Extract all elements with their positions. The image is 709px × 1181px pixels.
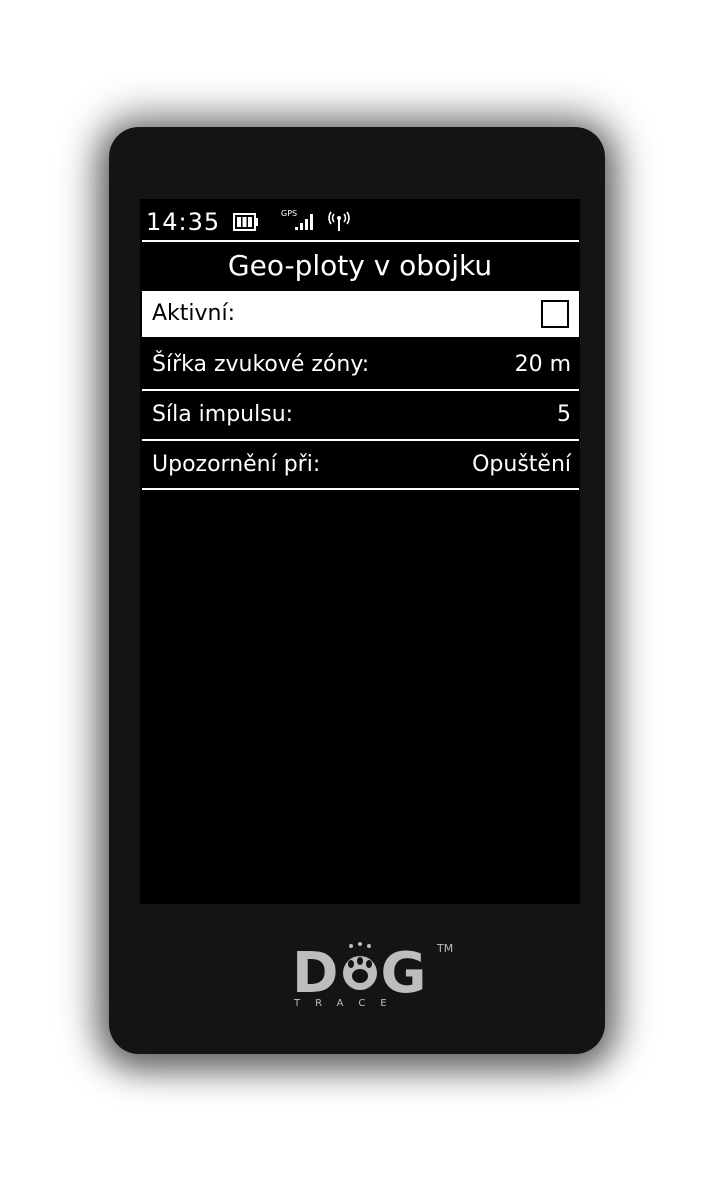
setting-label: Síla impulsu:: [152, 402, 294, 427]
status-time: 14:35: [146, 208, 221, 236]
gps-signal-icon: GPS: [281, 209, 313, 230]
setting-label: Aktivní:: [152, 301, 236, 326]
row-divider: [142, 389, 579, 391]
setting-row-sound-zone-width[interactable]: Šířka zvukové zóny: 20 m: [142, 342, 579, 388]
status-divider: [142, 240, 579, 242]
setting-row-alert-on[interactable]: Upozornění při: Opuštění: [142, 442, 579, 488]
row-divider: [142, 439, 579, 441]
gps-label: GPS: [281, 209, 297, 218]
antenna-icon: [328, 211, 350, 231]
active-checkbox[interactable]: [541, 300, 569, 328]
dogtrace-logo: DG TM TRACE: [284, 930, 454, 1020]
row-divider: [142, 488, 579, 490]
device-screen: 14:35 GPS Geo-ploty v obojku Aktivní: Ší…: [140, 199, 580, 904]
setting-label: Šířka zvukové zóny:: [152, 352, 370, 377]
status-bar: 14:35 GPS: [140, 199, 580, 239]
trademark-mark: TM: [437, 942, 454, 955]
setting-row-active[interactable]: Aktivní:: [142, 291, 579, 337]
setting-row-impulse-strength[interactable]: Síla impulsu: 5: [142, 392, 579, 438]
paw-icon: [343, 942, 377, 990]
setting-value: Opuštění: [472, 452, 571, 477]
logo-subtitle: TRACE: [294, 998, 402, 1009]
setting-value: 20 m: [514, 352, 571, 377]
setting-label: Upozornění při:: [152, 452, 321, 477]
setting-value: 5: [557, 402, 571, 427]
screen-title: Geo-ploty v obojku: [227, 249, 493, 282]
battery-icon: [233, 213, 258, 231]
logo-letter-d: D: [292, 941, 339, 1006]
logo-letter-g: G: [380, 941, 426, 1006]
